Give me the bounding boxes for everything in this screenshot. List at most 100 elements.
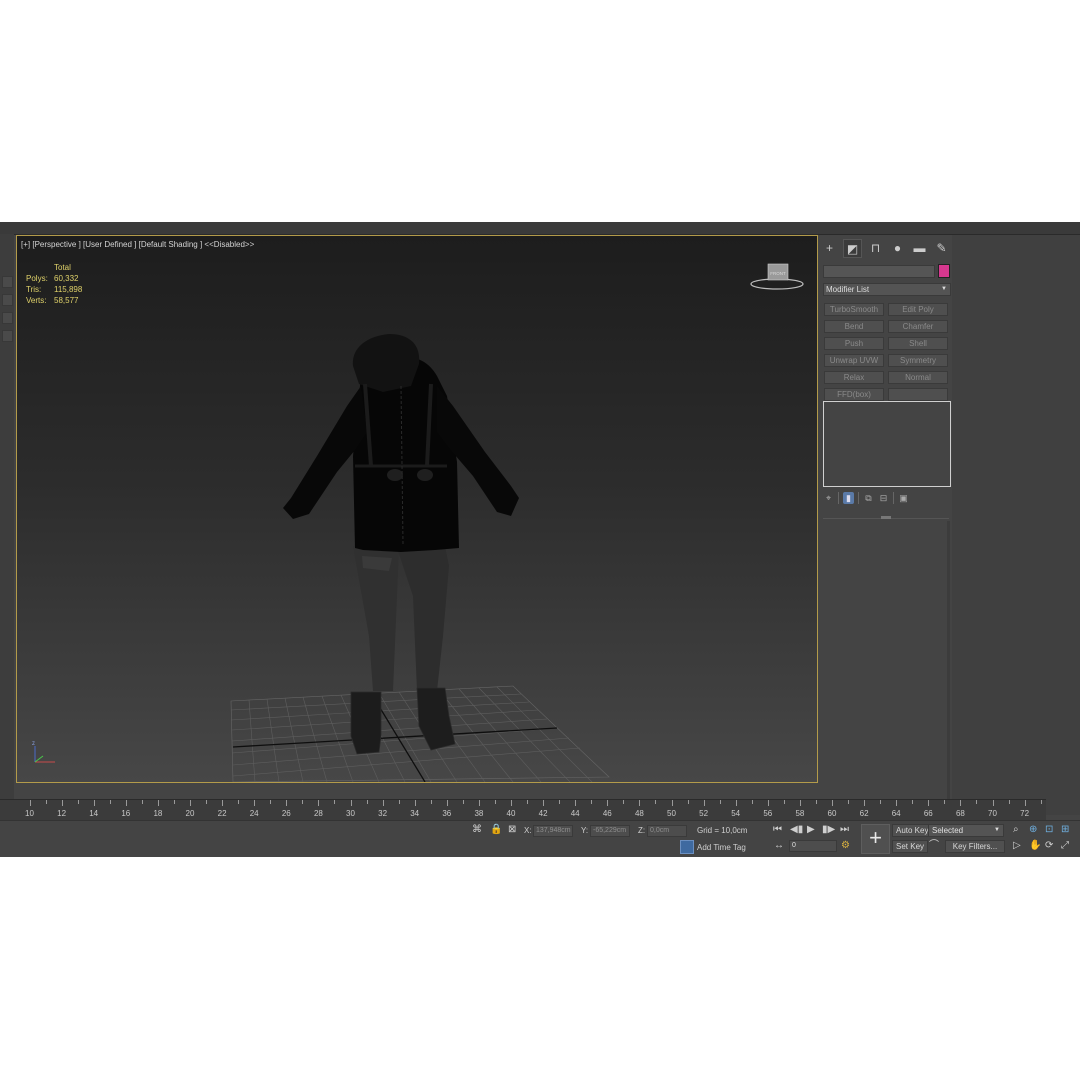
timeline-tick — [462, 800, 464, 804]
left-tool-button[interactable] — [2, 294, 13, 306]
key-selection-dropdown[interactable]: Selected ▼ — [928, 824, 1004, 837]
timeline-tick — [238, 800, 240, 804]
stats-row: Verts: 58,577 — [26, 295, 82, 306]
next-frame-icon[interactable]: ▮▶ — [822, 825, 835, 835]
timeline-tick — [382, 800, 384, 806]
add-time-tag[interactable]: Add Time Tag — [697, 843, 746, 852]
modifier-button[interactable]: FFD(box) — [824, 388, 884, 401]
modifier-button[interactable]: Bend — [824, 320, 884, 333]
timeline-label: 72 — [1020, 809, 1030, 818]
viewcube[interactable]: FRONT — [747, 260, 807, 292]
timeline-label: 64 — [891, 809, 901, 818]
timeline-label: 62 — [859, 809, 869, 818]
panel-scrollbar[interactable] — [947, 521, 950, 821]
grid-size: Grid = 10,0cm — [697, 826, 748, 835]
modifier-stack[interactable] — [823, 401, 951, 487]
modifier-button[interactable]: Shell — [888, 337, 948, 350]
set-key-button[interactable]: Set Key — [892, 840, 929, 853]
timeline-label: 44 — [570, 809, 580, 818]
absolute-mode-icon[interactable]: ⊠ — [508, 825, 516, 835]
timeline-label: 36 — [442, 809, 452, 818]
zoom-icon[interactable]: ⌕ — [1013, 825, 1019, 835]
modifier-button[interactable]: Edit Poly — [888, 303, 948, 316]
isolate-selection-icon[interactable]: ⌘ — [472, 825, 482, 835]
pan-view-icon[interactable]: ✋ — [1029, 841, 1041, 851]
timeline-tick — [350, 800, 352, 806]
timeline-label: 52 — [699, 809, 709, 818]
pin-stack-icon[interactable]: ⌖ — [823, 492, 834, 504]
display-icon[interactable]: ▬ — [911, 239, 928, 256]
configure-sets-icon[interactable]: ▣ — [898, 492, 909, 504]
zoom-all-icon[interactable]: ⊕ — [1029, 825, 1037, 835]
maximize-viewport-icon[interactable]: ⤢ — [1061, 841, 1069, 851]
create-icon[interactable]: + — [821, 239, 838, 256]
character-model[interactable] — [283, 334, 519, 755]
perspective-viewport[interactable]: z [+] [Perspective ] [User Defined ] [De… — [16, 235, 818, 783]
left-tool-button[interactable] — [2, 276, 13, 288]
orbit-icon[interactable]: ⟳ — [1045, 841, 1053, 851]
timeline-tick — [976, 800, 978, 804]
timeline-tick — [478, 800, 480, 806]
timeline-tick — [815, 800, 817, 804]
go-to-end-icon[interactable]: ⏭ — [840, 825, 849, 835]
y-coordinate-field[interactable]: -65,229cm — [590, 825, 630, 837]
auto-key-button[interactable]: Auto Key — [892, 824, 933, 837]
modifier-button[interactable]: Relax — [824, 371, 884, 384]
y-label: Y: — [581, 826, 589, 835]
left-tool-button[interactable] — [2, 330, 13, 342]
timeline-label: 40 — [506, 809, 516, 818]
stats-row: Tris: 115,898 — [26, 284, 82, 295]
viewport-label[interactable]: [+] [Perspective ] [User Defined ] [Defa… — [21, 240, 254, 249]
modifier-button[interactable]: Push — [824, 337, 884, 350]
set-key-big-button[interactable]: + — [861, 824, 890, 854]
object-color-swatch[interactable] — [938, 264, 950, 278]
modify-icon[interactable]: ◩ — [843, 239, 862, 258]
previous-frame-icon[interactable]: ◀▮ — [790, 825, 803, 835]
utilities-icon[interactable]: ✎ — [933, 239, 950, 256]
timeline-label: 70 — [988, 809, 997, 818]
key-filters-button[interactable]: Key Filters... — [945, 840, 1005, 853]
key-tangent-icon[interactable]: ⌒ — [929, 841, 939, 851]
hierarchy-icon[interactable]: ⊓ — [867, 239, 884, 256]
zoom-extents-icon[interactable]: ⊡ — [1045, 825, 1053, 835]
zoom-extents-all-icon[interactable]: ⊞ — [1061, 825, 1069, 835]
object-name-field[interactable] — [823, 265, 935, 278]
field-of-view-icon[interactable]: ▷ — [1013, 841, 1021, 851]
chevron-down-icon: ▼ — [994, 827, 1000, 833]
remove-modifier-icon[interactable]: ⊟ — [878, 492, 889, 504]
timeline-label: 46 — [602, 809, 612, 818]
timeline-tick — [880, 800, 882, 804]
make-unique-icon[interactable]: ⧉ — [863, 492, 874, 504]
timeline-label: 48 — [634, 809, 644, 818]
modifier-button[interactable]: Unwrap UVW — [824, 354, 884, 367]
timeline-tick — [157, 800, 159, 806]
modifier-list-label: Modifier List — [826, 285, 870, 294]
current-frame-field[interactable]: 0 — [789, 840, 837, 852]
modifier-button[interactable]: Symmetry — [888, 354, 948, 367]
motion-icon[interactable]: ● — [889, 239, 906, 256]
timeline-label: 26 — [281, 809, 291, 818]
time-tag-icon[interactable] — [680, 840, 694, 854]
modifier-list-dropdown[interactable]: Modifier List ▼ — [823, 283, 951, 296]
key-mode-icon[interactable]: ↔ — [774, 841, 784, 851]
go-to-start-icon[interactable]: ⏮ — [773, 825, 782, 835]
modifier-button[interactable]: Chamfer — [888, 320, 948, 333]
timeline-tick — [1024, 800, 1026, 806]
timeline-ruler[interactable]: 10 12 14 16 18 20 22 24 26 28 30 32 34 36 38 40 42 44 46 48… — [0, 799, 1046, 820]
modifier-button[interactable]: Normal — [888, 371, 948, 384]
timeline-label: 56 — [763, 809, 773, 818]
modifier-button[interactable] — [888, 388, 948, 401]
left-tool-button[interactable] — [2, 312, 13, 324]
x-coordinate-field[interactable]: 137,948cm — [533, 825, 573, 837]
timeline-label: 12 — [57, 809, 67, 818]
timeline-tick — [559, 800, 561, 804]
modifier-button[interactable]: TurboSmooth — [824, 303, 884, 316]
lock-selection-icon[interactable]: 🔒 — [490, 825, 502, 835]
z-coordinate-field[interactable]: 0,0cm — [647, 825, 687, 837]
timeline-tick — [190, 800, 191, 806]
play-icon[interactable]: ▶ — [807, 825, 815, 835]
show-end-result-icon[interactable]: ▮ — [843, 492, 854, 504]
time-configuration-icon[interactable]: ⚙ — [841, 841, 850, 851]
timeline-tick — [799, 800, 801, 806]
rollout-handle[interactable] — [881, 516, 891, 519]
